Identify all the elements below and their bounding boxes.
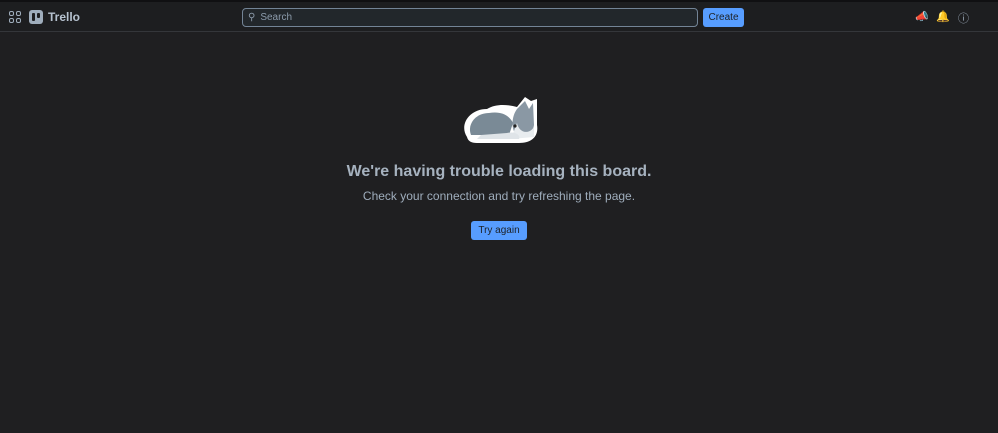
- sleeping-husky-illustration: [464, 97, 538, 143]
- bell-icon[interactable]: 🔔: [936, 10, 950, 26]
- help-icon[interactable]: ⓘ: [957, 10, 970, 26]
- error-message: Check your connection and try refreshing…: [362, 189, 636, 203]
- search-icon: ⚲: [248, 12, 256, 23]
- megaphone-icon[interactable]: 📣: [915, 10, 929, 26]
- trello-logo[interactable]: Trello: [29, 10, 80, 24]
- top-nav: Trello ⚲ Search Create 📣 🔔 ⓘ: [0, 2, 998, 32]
- error-panel: We're having trouble loading this board.…: [0, 95, 998, 240]
- create-button[interactable]: Create: [703, 8, 744, 27]
- try-again-button[interactable]: Try again: [471, 221, 527, 240]
- trello-logo-icon: [29, 10, 43, 24]
- search-input[interactable]: ⚲ Search: [242, 8, 698, 27]
- error-title: We're having trouble loading this board.: [346, 163, 652, 180]
- app-switcher-icon[interactable]: [9, 11, 21, 23]
